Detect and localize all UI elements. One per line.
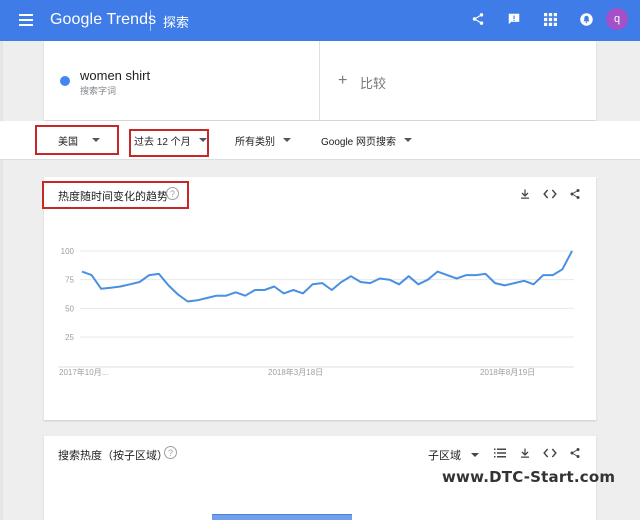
help-icon[interactable]: ?: [164, 446, 177, 459]
plus-icon: +: [338, 74, 347, 88]
download-icon[interactable]: [516, 445, 534, 461]
term-color-dot: [60, 76, 70, 86]
category-filter-label: 所有类别: [235, 133, 275, 148]
user-avatar[interactable]: q: [606, 8, 628, 30]
search-term-item[interactable]: women shirt 搜索字词: [44, 41, 320, 120]
search-term-name: women shirt: [80, 68, 150, 83]
search-term-card: women shirt 搜索字词 + 比较: [44, 41, 596, 120]
series-line[interactable]: [82, 251, 572, 302]
y-tick-label: 100: [61, 247, 75, 256]
search-term-type: 搜索字词: [80, 84, 116, 97]
apps-grid-icon[interactable]: [540, 9, 560, 29]
app-bar: Google Trends 探索 q: [0, 0, 640, 41]
y-tick-label: 50: [65, 304, 74, 313]
highlight-box-period: [129, 129, 209, 157]
x-tick-label: 2018年8月19日: [480, 367, 535, 377]
subregion-select-label: 子区域: [428, 447, 461, 463]
header-divider: [150, 10, 151, 31]
compare-label: 比较: [360, 73, 386, 92]
chevron-down-icon: [471, 453, 479, 457]
interest-over-time-chart[interactable]: 25 50 75 100 2017年10月... 2018年3月18日 2018年8月19日: [44, 177, 596, 420]
watermark-text: www.DTC-Start.com: [442, 468, 615, 486]
y-tick-label: 25: [65, 333, 74, 342]
interest-over-time-card: 热度随时间变化的趋势 ? 2550751002017年10月...2018年3月…: [44, 177, 596, 420]
x-tick-label: 2018年3月18日: [268, 367, 323, 377]
logo-google-text: Google: [50, 11, 102, 28]
compare-button[interactable]: + 比较: [320, 41, 596, 120]
google-trends-logo[interactable]: Google Trends: [50, 11, 156, 29]
page-title: 探索: [163, 12, 189, 31]
list-icon[interactable]: [491, 445, 509, 461]
interest-by-subregion-title: 搜索热度（按子区域）: [58, 447, 168, 463]
highlight-box-region: [35, 125, 119, 155]
x-tick-label: 2017年10月...: [59, 367, 108, 377]
share-icon[interactable]: [566, 445, 584, 461]
embed-icon[interactable]: [541, 445, 559, 461]
search-type-filter[interactable]: Google 网页搜索: [321, 126, 412, 154]
filter-bar: 美国 过去 12 个月 所有类别 Google 网页搜索: [0, 121, 640, 160]
menu-icon[interactable]: [19, 14, 33, 26]
us-map-partial[interactable]: [212, 514, 352, 520]
category-filter[interactable]: 所有类别: [235, 126, 291, 154]
subregion-select[interactable]: 子区域: [428, 447, 479, 463]
page-edge: [0, 41, 3, 520]
y-tick-label: 75: [65, 276, 74, 285]
share-icon[interactable]: [468, 9, 488, 29]
feedback-icon[interactable]: [504, 9, 524, 29]
search-type-filter-label: Google 网页搜索: [321, 133, 396, 148]
logo-trends-text: Trends: [106, 11, 156, 28]
notifications-icon[interactable]: [576, 9, 596, 29]
chevron-down-icon: [404, 138, 412, 142]
chevron-down-icon: [283, 138, 291, 142]
